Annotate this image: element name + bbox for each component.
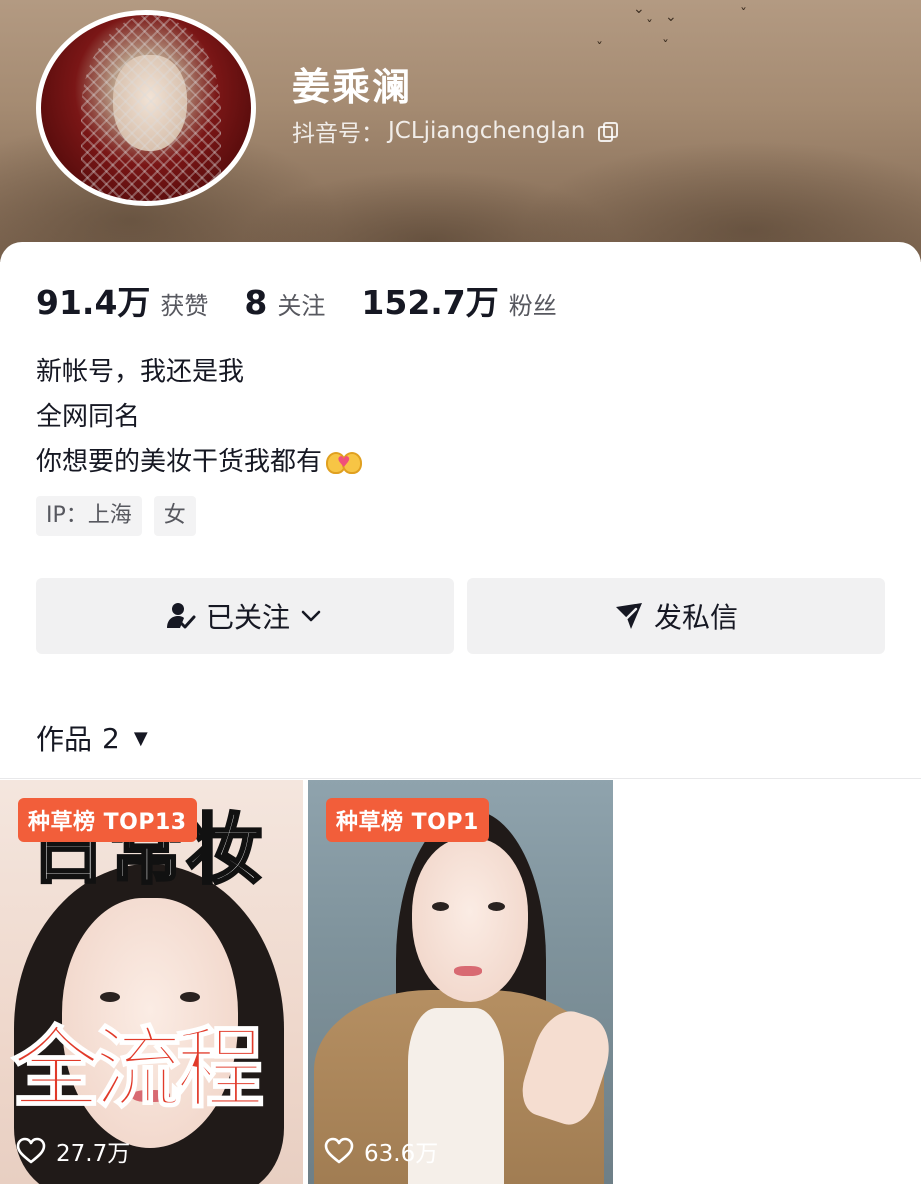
profile-name: 姜乘澜	[292, 65, 413, 109]
heart-icon	[324, 1137, 354, 1164]
douyin-id-label: 抖音号：	[292, 121, 384, 147]
bio-line: 你想要的美妆干货我都有 ♥	[36, 440, 364, 485]
stat-label: 获赞	[160, 292, 209, 320]
stat-value: 8	[244, 283, 268, 322]
stat-following[interactable]: 8 关注	[244, 283, 325, 322]
profile-card: 91.4万 获赞 8 关注 152.7万 粉丝 新帐号，我还是我 全网同名 你想…	[0, 242, 921, 1200]
bird-decoration: ⌄	[665, 9, 677, 25]
chevron-down-icon	[301, 610, 321, 622]
douyin-id-value: JCLjiangchenglan	[388, 118, 586, 144]
send-icon	[615, 603, 642, 629]
bird-decoration: ˇ	[596, 41, 603, 57]
video-lips	[454, 966, 482, 976]
stat-followers[interactable]: 152.7万 粉丝	[361, 276, 556, 324]
profile-avatar[interactable]	[36, 10, 256, 206]
video-likes: 27.7万	[16, 1134, 130, 1168]
works-divider	[0, 778, 921, 779]
douyin-id: 抖音号： JCLjiangchenglan	[292, 114, 619, 148]
rank-badge: 种草榜 TOP1	[326, 798, 489, 842]
bio-line-text: 你想要的美妆干货我都有	[36, 447, 323, 477]
bird-decoration: ⌄	[633, 1, 645, 17]
gender-tag: 女	[153, 496, 196, 536]
video-thumbnail[interactable]: 种草榜 TOP1 63.6万	[308, 780, 613, 1184]
video-likes-count: 27.7万	[56, 1141, 131, 1167]
user-check-icon	[166, 603, 196, 629]
stat-value: 152.7万	[361, 283, 499, 322]
profile-bio: 新帐号，我还是我 全网同名 你想要的美妆干货我都有 ♥	[36, 350, 364, 485]
bio-line: 新帐号，我还是我	[36, 357, 245, 387]
works-tab[interactable]: 作品 2 ▼	[36, 718, 148, 758]
stat-label: 关注	[277, 292, 326, 320]
avatar-headpiece	[81, 15, 221, 201]
stat-label: 粉丝	[508, 292, 557, 320]
followed-button[interactable]: 已关注	[36, 578, 454, 654]
stat-likes[interactable]: 91.4万 获赞	[36, 276, 208, 324]
profile-tags: IP：上海 女	[36, 496, 196, 536]
video-eye	[100, 992, 120, 1002]
bird-decoration: ˇ	[740, 7, 747, 23]
video-face	[412, 838, 528, 1002]
video-eye	[180, 992, 200, 1002]
followed-button-label: 已关注	[205, 601, 290, 634]
bio-line: 全网同名	[36, 402, 141, 432]
bird-decoration: ˇ	[646, 19, 653, 35]
bird-decoration: ˇ	[662, 39, 669, 55]
stat-value: 91.4万	[36, 283, 151, 322]
video-eye	[488, 902, 505, 911]
works-label: 作品	[36, 723, 93, 756]
stats-row: 91.4万 获赞 8 关注 152.7万 粉丝	[36, 276, 593, 324]
copy-icon[interactable]	[597, 122, 619, 142]
works-count: 2	[102, 721, 120, 755]
video-thumbnail[interactable]: 日常妆 全流程 种草榜 TOP13 27.7万	[0, 780, 303, 1184]
rank-badge: 种草榜 TOP13	[18, 798, 197, 842]
video-likes-count: 63.6万	[364, 1141, 439, 1167]
caret-down-icon: ▼	[133, 727, 148, 749]
couple-with-heart-emoji: ♥	[324, 444, 364, 476]
video-eye	[432, 902, 449, 911]
send-message-label: 发私信	[653, 601, 738, 634]
video-overlay-subtitle: 全流程	[11, 1017, 265, 1120]
heart-icon	[16, 1137, 46, 1164]
send-message-button[interactable]: 发私信	[467, 578, 885, 654]
video-likes: 63.6万	[324, 1134, 438, 1168]
ip-location-tag: IP：上海	[36, 496, 142, 536]
